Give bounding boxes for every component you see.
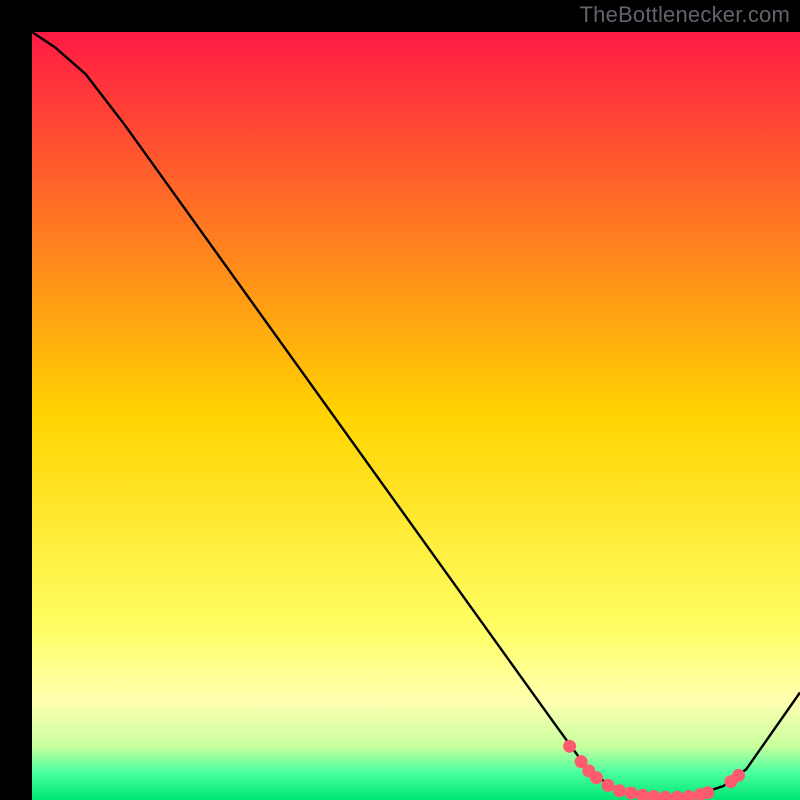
data-dot	[563, 740, 576, 753]
data-dot	[613, 784, 626, 797]
gradient-background	[32, 32, 800, 800]
data-dot	[590, 771, 603, 784]
data-dot	[602, 779, 615, 792]
bottleneck-chart	[32, 32, 800, 800]
data-dot	[732, 769, 745, 782]
data-dot	[701, 786, 714, 799]
chart-frame	[16, 16, 784, 784]
watermark-text: TheBottlenecker.com	[580, 2, 790, 28]
data-dot	[625, 787, 638, 800]
